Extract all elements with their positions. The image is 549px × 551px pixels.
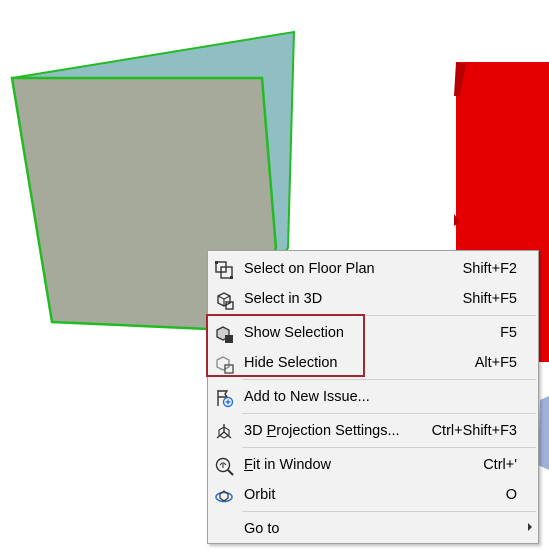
menu-item-shortcut: O: [505, 487, 517, 503]
menu-item-go-to[interactable]: Go to: [208, 515, 538, 543]
menu-item-add-to-new-issue[interactable]: Add to New Issue...: [208, 383, 538, 411]
menu-item-shortcut: F5: [500, 325, 517, 341]
menu-item-select-in-3d[interactable]: Select in 3D Shift+F5: [208, 285, 538, 313]
menu-separator: [242, 413, 536, 414]
add-issue-icon: [217, 390, 234, 408]
fit-in-window-icon: [215, 457, 234, 476]
menu-separator: [242, 447, 536, 448]
menu-item-shortcut: Alt+F5: [474, 355, 517, 371]
menu-item-label: Go to: [244, 521, 280, 537]
3d-viewport[interactable]: Select on Floor Plan Shift+F2 Select in …: [0, 0, 549, 551]
menu-item-label: 3D Projection Settings...: [244, 423, 400, 439]
submenu-arrow-icon: [528, 523, 532, 531]
menu-item-select-on-floor-plan[interactable]: Select on Floor Plan Shift+F2: [208, 255, 538, 283]
blue-object[interactable]: [538, 396, 549, 470]
menu-item-label: Fit in Window: [244, 457, 332, 473]
menu-item-shortcut: Ctrl+': [483, 457, 517, 473]
menu-item-label: Select on Floor Plan: [244, 261, 375, 277]
menu-item-label: Add to New Issue...: [244, 389, 370, 405]
menu-item-label: Orbit: [244, 487, 276, 503]
floor-plan-select-icon: [215, 261, 233, 279]
select-3d-icon: [217, 292, 234, 310]
menu-item-shortcut: Shift+F5: [462, 291, 517, 307]
projection-settings-icon: [216, 424, 232, 439]
menu-item-shortcut: Shift+F2: [462, 261, 517, 277]
menu-item-label: Select in 3D: [244, 291, 323, 307]
menu-item-3d-projection-settings[interactable]: 3D Projection Settings... Ctrl+Shift+F3: [208, 417, 538, 445]
orbit-icon: [215, 490, 233, 503]
highlight-box: [206, 314, 365, 377]
context-menu: Select on Floor Plan Shift+F2 Select in …: [207, 250, 539, 544]
menu-item-fit-in-window[interactable]: Fit in Window Ctrl+': [208, 451, 538, 479]
menu-separator: [242, 379, 536, 380]
menu-separator: [242, 511, 536, 512]
menu-item-shortcut: Ctrl+Shift+F3: [431, 423, 517, 439]
menu-item-orbit[interactable]: Orbit O: [208, 481, 538, 509]
